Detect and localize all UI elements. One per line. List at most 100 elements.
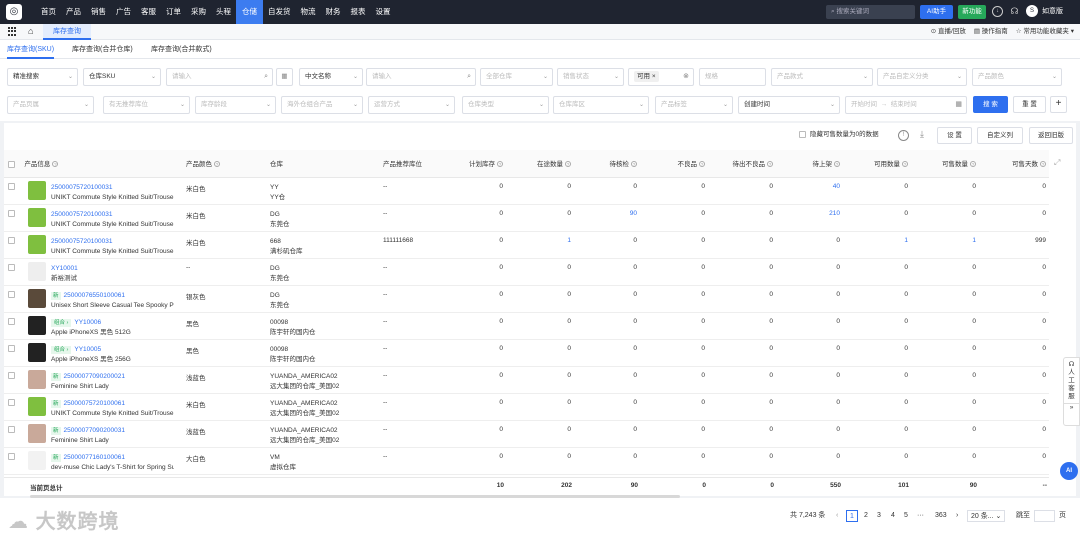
col-color[interactable]: 产品颜色?	[182, 150, 266, 178]
product-thumbnail[interactable]	[28, 207, 46, 227]
page-last[interactable]: 363	[935, 510, 947, 522]
app-logo-icon[interactable]: ◎	[6, 4, 22, 20]
back-old-version-button[interactable]: 返回旧版	[1029, 127, 1073, 144]
row-checkbox[interactable]	[8, 344, 15, 352]
row-checkbox[interactable]	[8, 236, 15, 244]
product-thumbnail[interactable]	[28, 423, 46, 443]
page-5[interactable]: 5	[904, 510, 908, 522]
col-plan[interactable]: 计划库存?	[454, 150, 511, 178]
ai-assistant-button[interactable]: AI助手	[920, 5, 953, 19]
row-checkbox[interactable]	[8, 371, 15, 379]
tab-merge-style[interactable]: 库存查询(合并款式)	[151, 41, 212, 59]
apps-grid-icon[interactable]	[8, 27, 17, 36]
product-attr-select[interactable]: 产品页属 ⌄	[7, 96, 94, 114]
nav-item[interactable]: 头程	[211, 0, 236, 24]
nav-item[interactable]: 自发货	[263, 0, 296, 24]
goto-page-input[interactable]	[1034, 510, 1055, 522]
nav-item[interactable]: 客服	[136, 0, 161, 24]
row-checkbox[interactable]	[8, 425, 15, 433]
shipping-method-select[interactable]: 运营方式 ⌄	[368, 96, 455, 114]
row-checkbox[interactable]	[8, 182, 15, 190]
favorites-dropdown[interactable]: ☆ 常用功能收藏夹 ▾	[1016, 24, 1074, 40]
nav-item[interactable]: 仓储	[236, 0, 263, 24]
warehouse-select[interactable]: 全部仓库 ⌄	[480, 68, 553, 86]
col-sellable[interactable]: 可售数量?	[916, 150, 984, 178]
col-sell-days[interactable]: 可售天数?	[984, 150, 1049, 178]
shelf-value[interactable]: 210	[829, 210, 840, 217]
collapse-icon[interactable]: »	[1064, 403, 1079, 412]
sku-link[interactable]: 新 25000077160100061	[51, 453, 174, 463]
nav-item[interactable]: 报表	[346, 0, 371, 24]
nav-item[interactable]: 财务	[321, 0, 346, 24]
transit-value[interactable]: 1	[567, 237, 571, 244]
select-all-checkbox[interactable]	[8, 161, 15, 169]
sku-search-input[interactable]: 请输入 ⌕	[166, 68, 273, 86]
name-type-select[interactable]: 中文名称 ⌄	[299, 68, 363, 86]
col-bad[interactable]: 不良品?	[645, 150, 713, 178]
prev-page-icon[interactable]: ‹	[836, 510, 838, 522]
guide-link[interactable]: ▤ 操作指南	[974, 24, 1008, 40]
date-range-picker[interactable]: 开始时间 → 结束时间 ▦	[845, 96, 967, 114]
sku-link[interactable]: 25000075720100031	[51, 210, 174, 220]
tab-merge-warehouse[interactable]: 库存查询(合并仓库)	[72, 41, 133, 59]
col-product-info[interactable]: 产品信息?	[4, 150, 182, 178]
sell-cell[interactable]: 1	[916, 231, 984, 259]
product-thumbnail[interactable]	[28, 396, 46, 416]
replenish-location-select[interactable]: 有无推荐库位 ⌄	[103, 96, 190, 114]
product-thumbnail[interactable]	[28, 261, 46, 281]
overseas-combo-select[interactable]: 海外仓组合产品 ⌄	[281, 96, 363, 114]
batch-input-icon[interactable]: ▦	[276, 68, 293, 86]
reset-button[interactable]: 重 置	[1013, 96, 1046, 113]
product-thumbnail[interactable]	[28, 234, 46, 254]
table-row[interactable]: 25000075720100031 UNIKT Commute Style Kni…	[4, 177, 1049, 205]
table-row[interactable]: XY10001 新裕测试 -- DG 东莞仓 -- 0 0 0 0 0 0 0 0 0	[4, 258, 1049, 286]
live-replay-link[interactable]: ⊙ 直播/回放	[931, 24, 966, 40]
row-checkbox[interactable]	[8, 452, 15, 460]
transit-cell[interactable]: 1	[511, 231, 579, 259]
download-icon[interactable]: ⤓	[920, 129, 924, 140]
table-row[interactable]: 25000075720100031 UNIKT Commute Style Kni…	[4, 204, 1049, 232]
table-row[interactable]: 新 25000075720100061 UNIKT Commute Style Kn…	[4, 393, 1049, 421]
global-search-input[interactable]: ⌕ 搜索关键词	[826, 5, 915, 19]
sku-link[interactable]: 组合 › YY10005	[51, 345, 174, 355]
home-icon[interactable]: ⌂	[28, 26, 33, 36]
spec-input[interactable]: 规格	[699, 68, 766, 86]
username-label[interactable]: 如意版	[1042, 0, 1063, 24]
nav-item[interactable]: 广告	[111, 0, 136, 24]
close-icon[interactable]: ×	[652, 73, 656, 80]
shelf-cell[interactable]: 40	[781, 177, 848, 205]
sku-link[interactable]: 25000075720100031	[51, 183, 174, 193]
page-4[interactable]: 4	[891, 510, 895, 522]
row-checkbox[interactable]	[8, 398, 15, 406]
table-row[interactable]: 组合 › YY10005 Apple iPhoneXS 黑色 256G 黑色 00098…	[4, 339, 1049, 367]
name-search-input[interactable]: 请输入 ⌕	[366, 68, 476, 86]
product-thumbnail[interactable]	[28, 288, 46, 308]
table-row[interactable]: 组合 › YY10006 Apple iPhoneXS 黑色 512G 黑色 00098…	[4, 312, 1049, 340]
sku-type-select[interactable]: 仓库SKU ⌄	[83, 68, 161, 86]
sku-link[interactable]: XY10001	[51, 264, 174, 274]
new-feature-button[interactable]: 新功能	[958, 5, 986, 19]
search-mode-select[interactable]: 精准搜索 ⌄	[7, 68, 78, 86]
inspect-cell[interactable]: 90	[579, 204, 645, 232]
sale-status-select[interactable]: 销售状态 ⌄	[557, 68, 624, 86]
warehouse-type-select[interactable]: 仓库类型 ⌄	[462, 96, 549, 114]
page-ellipsis[interactable]: ···	[917, 510, 924, 522]
avail-value[interactable]: 1	[904, 237, 908, 244]
shelf-cell[interactable]: 210	[781, 204, 848, 232]
tab-inventory-query[interactable]: 库存查询	[43, 24, 91, 40]
sku-link[interactable]: 25000075720100031	[51, 237, 174, 247]
sku-link[interactable]: 新 25000076550100061	[51, 291, 174, 301]
product-thumbnail[interactable]	[28, 342, 46, 362]
add-filter-button[interactable]: +	[1050, 96, 1067, 113]
page-2[interactable]: 2	[864, 510, 868, 522]
product-thumbnail[interactable]	[28, 369, 46, 389]
table-row[interactable]: 新 25000077090200021 Feminine Shirt Lady 浅蓝色…	[4, 366, 1049, 394]
ai-float-button[interactable]: AI	[1060, 462, 1078, 480]
hide-zero-checkbox[interactable]: 隐藏可售数量为0的数据	[799, 130, 879, 139]
custom-columns-button[interactable]: 自定义列	[977, 127, 1023, 144]
inventory-age-select[interactable]: 库存龄段 ⌄	[195, 96, 276, 114]
table-row[interactable]: 新 25000077090200031 Feminine Shirt Lady 浅蓝色…	[4, 420, 1049, 448]
clear-icon[interactable]: ⊗	[683, 69, 689, 85]
product-style-select[interactable]: 产品款式 ⌄	[771, 68, 873, 86]
col-available[interactable]: 可用数量?	[848, 150, 916, 178]
